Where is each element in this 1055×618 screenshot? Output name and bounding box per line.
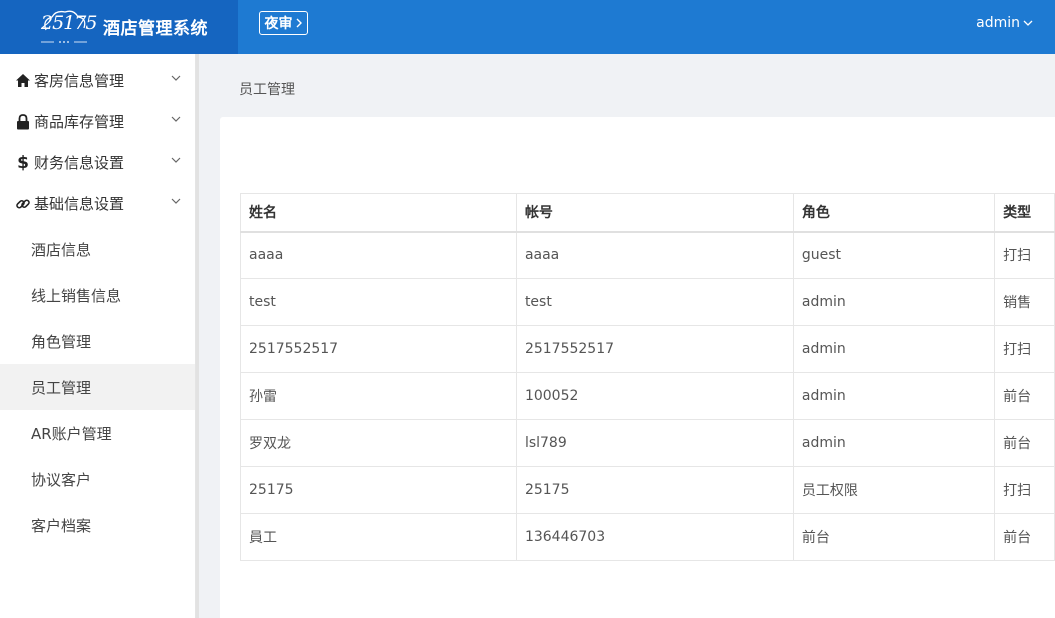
cell-type: 销售: [994, 278, 1055, 326]
table-header-row: 姓名 帐号 角色 类型: [240, 193, 1055, 233]
sidebar-item-customer-profiles[interactable]: 客户档案: [0, 502, 195, 548]
cell-account: 25175: [515, 466, 794, 514]
menu-group-label: 商品库存管理: [34, 113, 125, 131]
table-row[interactable]: 員工 136446703 前台 前台: [240, 513, 1055, 561]
sidebar-item-online-sales[interactable]: 线上销售信息: [0, 272, 195, 318]
top-header: 25175 酒店管理系统 夜审 admin: [0, 0, 1055, 54]
cell-name: 2517552517: [240, 325, 517, 373]
sidebar-item-label: 客户档案: [31, 516, 92, 535]
menu-group-label: 客房信息管理: [34, 72, 125, 90]
cell-type: 打扫: [994, 231, 1055, 279]
cell-role: admin: [792, 325, 996, 373]
chevron-down-icon: [1023, 20, 1033, 26]
chevron-down-icon: [171, 116, 181, 122]
cell-name: 25175: [240, 466, 517, 514]
app-title: 酒店管理系统: [103, 19, 208, 39]
sidebar-item-staff-management[interactable]: 员工管理: [0, 364, 195, 410]
cell-account: test: [515, 278, 794, 326]
logo-area[interactable]: 25175 酒店管理系统: [0, 0, 238, 54]
table-row[interactable]: 25175 25175 员工权限 打扫: [240, 466, 1055, 514]
cell-role: admin: [792, 278, 996, 326]
menu-group-label: 财务信息设置: [34, 154, 125, 172]
cell-type: 打扫: [994, 466, 1055, 514]
cell-account: 2517552517: [515, 325, 794, 373]
cell-role: admin: [792, 419, 996, 467]
night-audit-button[interactable]: 夜审: [259, 11, 308, 35]
sidebar-item-label: 协议客户: [31, 470, 92, 489]
cell-account: lsl789: [515, 419, 794, 467]
chevron-down-icon: [171, 75, 181, 81]
chevron-down-icon: [171, 157, 181, 163]
breadcrumb: 员工管理: [239, 82, 295, 98]
menu-group-room-info[interactable]: 客房信息管理: [0, 60, 195, 101]
menu-group-finance[interactable]: $ 财务信息设置: [0, 142, 195, 183]
chevron-down-icon: [171, 198, 181, 204]
cell-type: 打扫: [994, 325, 1055, 373]
table-row[interactable]: aaaa aaaa guest 打扫: [240, 231, 1055, 279]
cell-role: admin: [792, 372, 996, 420]
staff-table: 姓名 帐号 角色 类型 aaaa aaaa guest 打扫 test test…: [240, 193, 1055, 561]
logo-text: 25175: [41, 12, 97, 34]
menu-group-basic-settings[interactable]: 基础信息设置: [0, 183, 195, 224]
column-header-role[interactable]: 角色: [792, 193, 996, 233]
menu-group-inventory[interactable]: 商品库存管理: [0, 101, 195, 142]
sidebar-item-label: AR账户管理: [31, 424, 112, 443]
sidebar: 客房信息管理 商品库存管理 $ 财务信息设置 基础信息设置 酒店信息 线上销售信…: [0, 54, 196, 618]
cell-role: 员工权限: [792, 466, 996, 514]
user-name: admin: [976, 15, 1020, 31]
sidebar-item-hotel-info[interactable]: 酒店信息: [0, 226, 195, 272]
sidebar-item-label: 酒店信息: [31, 240, 92, 259]
sidebar-item-label: 线上销售信息: [31, 286, 122, 305]
menu-group-label: 基础信息设置: [34, 195, 125, 213]
column-header-type[interactable]: 类型: [994, 193, 1055, 233]
sidebar-item-label: 员工管理: [31, 378, 92, 397]
link-icon: [14, 195, 32, 213]
table-row[interactable]: 2517552517 2517552517 admin 打扫: [240, 325, 1055, 373]
cell-account: 100052: [515, 372, 794, 420]
cell-type: 前台: [994, 419, 1055, 467]
cell-account: aaaa: [515, 231, 794, 279]
table-row[interactable]: test test admin 销售: [240, 278, 1055, 326]
sidebar-divider: [196, 54, 199, 618]
cell-name: 罗双龙: [240, 419, 517, 467]
table-row[interactable]: 罗双龙 lsl789 admin 前台: [240, 419, 1055, 467]
cell-account: 136446703: [515, 513, 794, 561]
column-header-name[interactable]: 姓名: [240, 193, 517, 233]
dollar-icon: $: [17, 152, 29, 173]
cell-role: 前台: [792, 513, 996, 561]
home-icon: [14, 72, 32, 90]
cell-name: test: [240, 278, 517, 326]
column-header-account[interactable]: 帐号: [515, 193, 794, 233]
table-row[interactable]: 孙雷 100052 admin 前台: [240, 372, 1055, 420]
night-audit-label: 夜审: [264, 15, 293, 31]
lock-icon: [14, 113, 32, 131]
sidebar-item-role-management[interactable]: 角色管理: [0, 318, 195, 364]
cell-name: 員工: [240, 513, 517, 561]
chevron-right-icon: [296, 18, 302, 28]
sidebar-item-agreement-customers[interactable]: 协议客户: [0, 456, 195, 502]
cell-name: aaaa: [240, 231, 517, 279]
cell-type: 前台: [994, 372, 1055, 420]
sidebar-item-ar-accounts[interactable]: AR账户管理: [0, 410, 195, 456]
user-menu[interactable]: admin: [976, 15, 1033, 31]
cell-name: 孙雷: [240, 372, 517, 420]
cell-role: guest: [792, 231, 996, 279]
sidebar-item-label: 角色管理: [31, 332, 92, 351]
cell-type: 前台: [994, 513, 1055, 561]
